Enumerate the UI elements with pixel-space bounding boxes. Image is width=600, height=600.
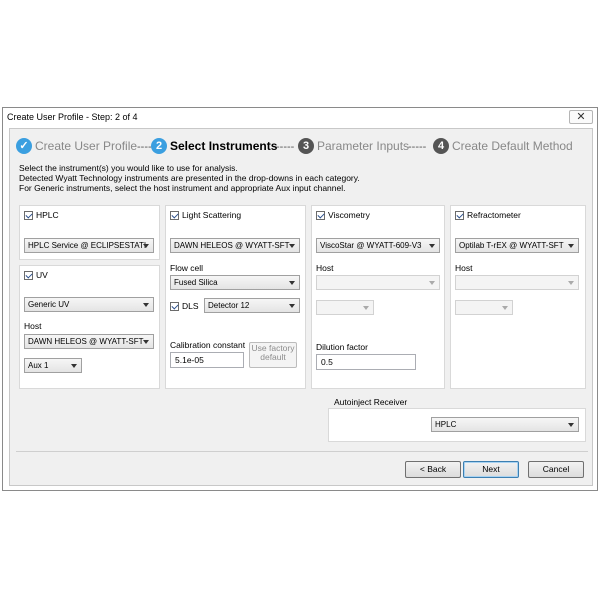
chevron-down-icon (143, 340, 149, 344)
viscometry-instrument-dropdown[interactable]: ViscoStar @ WYATT-609-V3 (316, 238, 440, 253)
chevron-down-icon (289, 304, 295, 308)
uv-panel: UV Generic UV Host DAWN HELEOS @ WYATT-S… (19, 265, 160, 389)
light-scattering-label: Light Scattering (182, 210, 242, 220)
refractometer-checkbox[interactable] (455, 211, 464, 220)
calibration-constant-input[interactable]: 5.1e-05 (170, 352, 244, 368)
flow-cell-label: Flow cell (170, 263, 204, 273)
viscometry-checkbox[interactable] (316, 211, 325, 220)
chevron-down-icon (71, 364, 77, 368)
uv-checkbox[interactable] (24, 271, 33, 280)
step-2-label: Select Instruments (170, 139, 278, 153)
autoinject-panel: HPLC (328, 408, 586, 442)
flow-cell-value: Fused Silica (174, 278, 218, 287)
detector-dropdown[interactable]: Detector 12 (204, 298, 300, 313)
uv-label: UV (36, 270, 48, 280)
uv-host-label: Host (24, 321, 42, 331)
viscometry-host-label: Host (316, 263, 334, 273)
flow-cell-dropdown[interactable]: Fused Silica (170, 275, 300, 290)
light-scattering-checkbox[interactable] (170, 211, 179, 220)
hplc-instrument-value: HPLC Service @ ECLIPSESTATI (28, 241, 147, 250)
viscometry-aux-dropdown[interactable] (316, 300, 374, 315)
viscometry-panel: Viscometry ViscoStar @ WYATT-609-V3 Host… (311, 205, 445, 389)
intro-line: For Generic instruments, select the host… (19, 183, 346, 193)
dls-checkbox[interactable] (170, 302, 179, 311)
refractometer-instrument-value: Optilab T-rEX @ WYATT-SFT (459, 241, 564, 250)
hplc-label: HPLC (36, 210, 59, 220)
chevron-down-icon (429, 244, 435, 248)
step-3-number: 3 (298, 138, 314, 154)
chevron-down-icon (502, 306, 508, 310)
chevron-down-icon (289, 244, 295, 248)
wizard-body: ✓ Create User Profile ----- 2 Select Ins… (9, 128, 593, 486)
dilution-factor-label: Dilution factor (316, 342, 368, 352)
viscometry-instrument-value: ViscoStar @ WYATT-609-V3 (320, 241, 422, 250)
window-title: Create User Profile - Step: 2 of 4 (7, 112, 138, 122)
chevron-down-icon (289, 281, 295, 285)
chevron-down-icon (143, 244, 149, 248)
refractometer-panel: Refractometer Optilab T-rEX @ WYATT-SFT … (450, 205, 586, 389)
hplc-instrument-dropdown[interactable]: HPLC Service @ ECLIPSESTATI (24, 238, 154, 253)
refractometer-aux-dropdown[interactable] (455, 300, 513, 315)
cancel-button[interactable]: Cancel (528, 461, 584, 478)
viscometry-label: Viscometry (328, 210, 370, 220)
step-4-number: 4 (433, 138, 449, 154)
intro-line: Detected Wyatt Technology instruments ar… (19, 173, 360, 183)
wizard-window: Create User Profile - Step: 2 of 4 ✕ ✓ C… (2, 107, 598, 491)
refractometer-label: Refractometer (467, 210, 521, 220)
divider (16, 451, 588, 452)
light-scattering-instrument-dropdown[interactable]: DAWN HELEOS @ WYATT-SFT (170, 238, 300, 253)
step-4-label: Create Default Method (452, 139, 573, 153)
chevron-down-icon (568, 423, 574, 427)
light-scattering-panel: Light Scattering DAWN HELEOS @ WYATT-SFT… (165, 205, 306, 389)
chevron-down-icon (568, 281, 574, 285)
hplc-checkbox[interactable] (24, 211, 33, 220)
dilution-factor-input[interactable]: 0.5 (316, 354, 416, 370)
next-button[interactable]: Next (463, 461, 519, 478)
autoinject-receiver-label: Autoinject Receiver (334, 397, 408, 407)
uv-instrument-dropdown[interactable]: Generic UV (24, 297, 154, 312)
autoinject-receiver-dropdown[interactable]: HPLC (431, 417, 579, 432)
refractometer-host-label: Host (455, 263, 473, 273)
check-icon: ✓ (16, 138, 32, 154)
hplc-panel: HPLC HPLC Service @ ECLIPSESTATI (19, 205, 160, 260)
uv-host-dropdown[interactable]: DAWN HELEOS @ WYATT-SFT (24, 334, 154, 349)
chevron-down-icon (363, 306, 369, 310)
step-separator: ----- (276, 141, 295, 153)
intro-line: Select the instrument(s) you would like … (19, 163, 238, 173)
chevron-down-icon (143, 303, 149, 307)
step-2-number: 2 (151, 138, 167, 154)
uv-aux-dropdown[interactable]: Aux 1 (24, 358, 82, 373)
refractometer-host-dropdown[interactable] (455, 275, 579, 290)
use-factory-default-button[interactable]: Use factory default (249, 342, 297, 368)
chevron-down-icon (429, 281, 435, 285)
use-factory-default-label: default (260, 352, 286, 362)
uv-instrument-value: Generic UV (28, 300, 70, 309)
close-button[interactable]: ✕ (569, 110, 593, 124)
detector-value: Detector 12 (208, 301, 250, 310)
autoinject-receiver-value: HPLC (435, 420, 457, 429)
chevron-down-icon (568, 244, 574, 248)
viscometry-host-dropdown[interactable] (316, 275, 440, 290)
dls-label: DLS (182, 301, 199, 311)
refractometer-instrument-dropdown[interactable]: Optilab T-rEX @ WYATT-SFT (455, 238, 579, 253)
uv-host-value: DAWN HELEOS @ WYATT-SFT (28, 337, 144, 346)
back-button[interactable]: < Back (405, 461, 461, 478)
step-3-label: Parameter Inputs (317, 139, 410, 153)
step-separator: ----- (408, 141, 427, 153)
step-1-label: Create User Profile (35, 139, 138, 153)
calibration-constant-label: Calibration constant (170, 340, 246, 350)
title-bar: Create User Profile - Step: 2 of 4 ✕ (3, 108, 597, 126)
light-scattering-instrument-value: DAWN HELEOS @ WYATT-SFT (174, 241, 290, 250)
